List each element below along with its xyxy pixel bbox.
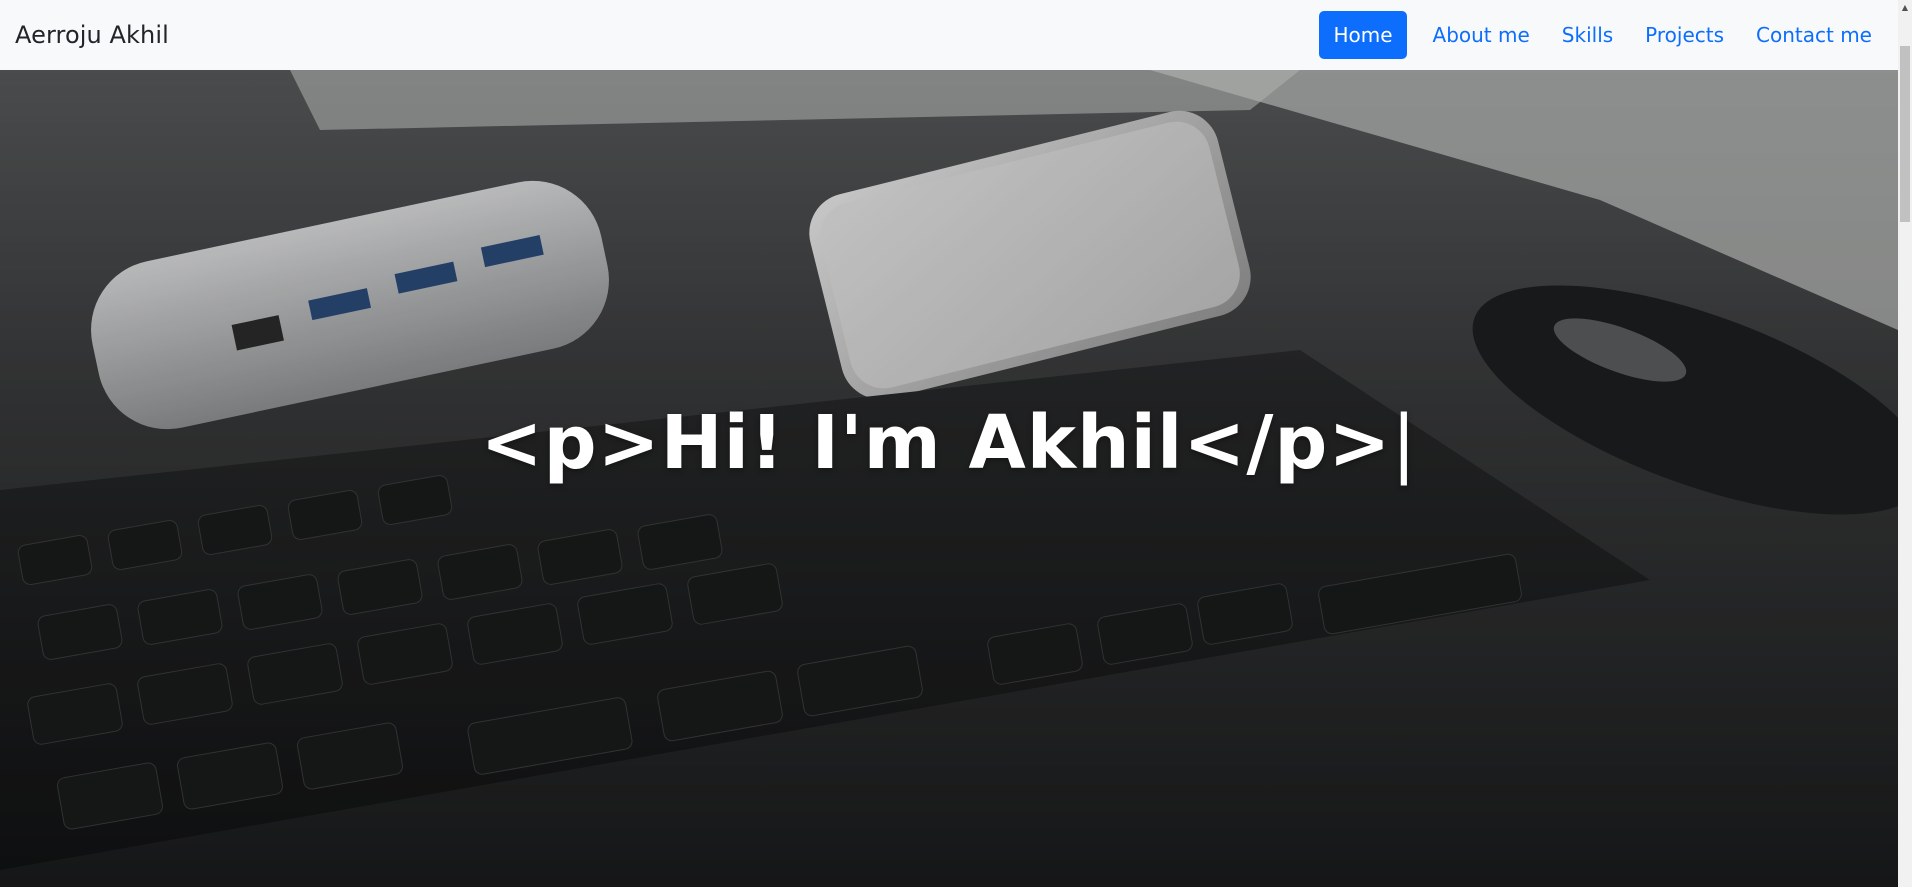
brand-link[interactable]: Aerroju Akhil: [15, 21, 169, 49]
scroll-thumb[interactable]: [1900, 46, 1910, 222]
nav-link-about-me[interactable]: About me: [1421, 13, 1542, 57]
typing-cursor: |: [1391, 400, 1418, 486]
vertical-scrollbar[interactable]: ▲: [1898, 0, 1912, 887]
navbar: Aerroju Akhil Home About me Skills Proje…: [0, 0, 1898, 70]
page: Aerroju Akhil Home About me Skills Proje…: [0, 0, 1912, 887]
hero-section: <p>Hi! I'm Akhil</p>|: [0, 70, 1898, 887]
nav-link-projects[interactable]: Projects: [1633, 13, 1736, 57]
nav-link-contact-me[interactable]: Contact me: [1744, 13, 1884, 57]
hero-title-text: <p>Hi! I'm Akhil</p>: [480, 400, 1392, 486]
hero-title: <p>Hi! I'm Akhil</p>|: [0, 400, 1898, 486]
scroll-up-arrow-icon[interactable]: ▲: [1898, 0, 1912, 14]
nav-link-skills[interactable]: Skills: [1550, 13, 1625, 57]
nav-links: Home About me Skills Projects Contact me: [1319, 0, 1884, 70]
nav-link-home[interactable]: Home: [1319, 11, 1407, 59]
